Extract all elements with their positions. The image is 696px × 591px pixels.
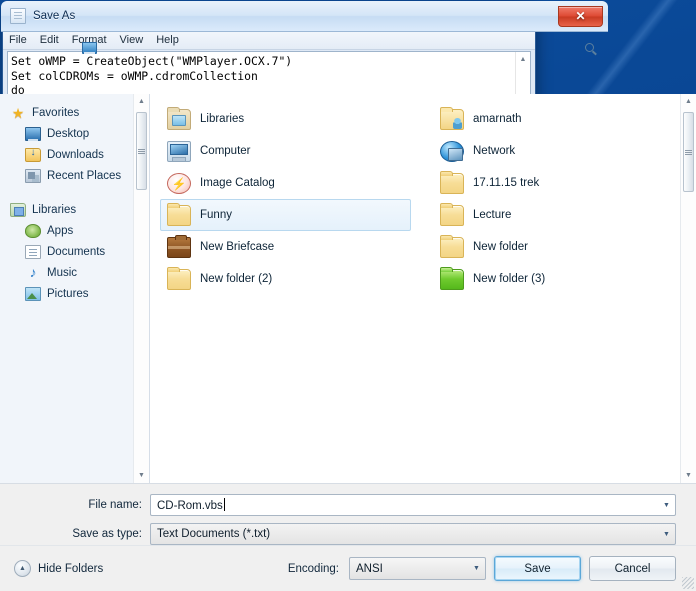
sidebar-label: Desktop bbox=[47, 127, 90, 140]
briefcase-icon bbox=[167, 234, 191, 258]
file-list[interactable]: Libraries Computer Image Catalog Funny bbox=[150, 94, 696, 483]
desktop-icon bbox=[82, 41, 97, 54]
folder-icon bbox=[167, 202, 191, 226]
notepad-icon bbox=[10, 8, 26, 24]
scroll-up-icon[interactable]: ▲ bbox=[516, 52, 530, 66]
list-item[interactable]: New folder bbox=[433, 231, 684, 263]
file-name: Network bbox=[473, 145, 516, 157]
file-column-right: amarnath Network 17.11.15 trek Lecture N… bbox=[423, 103, 696, 483]
sidebar-item-favorites[interactable]: ★ Favorites bbox=[10, 102, 149, 123]
image-catalog-icon bbox=[167, 172, 191, 194]
sidebar-label: Downloads bbox=[47, 148, 104, 161]
network-icon bbox=[440, 140, 464, 162]
libraries-icon bbox=[10, 202, 26, 217]
dialog-main-area: ★ Favorites Desktop Downloads Recent Pla… bbox=[0, 94, 696, 483]
sidebar-label: Apps bbox=[47, 224, 74, 237]
file-column-left: Libraries Computer Image Catalog Funny bbox=[150, 103, 423, 483]
sidebar-item-documents[interactable]: Documents bbox=[10, 241, 149, 262]
sidebar-item-apps[interactable]: Apps bbox=[10, 220, 149, 241]
documents-icon bbox=[25, 244, 41, 259]
desktop-icon bbox=[25, 126, 41, 141]
music-icon bbox=[25, 264, 41, 280]
list-item[interactable]: New Briefcase bbox=[160, 231, 411, 263]
sidebar-item-libraries[interactable]: Libraries bbox=[10, 199, 149, 220]
sidebar-item-desktop[interactable]: Desktop bbox=[10, 123, 149, 144]
list-item[interactable]: Computer bbox=[160, 135, 411, 167]
file-name: Lecture bbox=[473, 209, 512, 221]
dialog-title: Save As bbox=[33, 10, 76, 22]
navpane-scrollbar[interactable]: ▲ ▼ bbox=[133, 94, 149, 483]
list-item[interactable]: 17.11.15 trek bbox=[433, 167, 684, 199]
list-item[interactable]: New folder (2) bbox=[160, 263, 411, 295]
file-name: New folder (2) bbox=[200, 273, 273, 285]
folder-icon bbox=[440, 234, 464, 258]
folder-icon-green bbox=[440, 266, 464, 290]
navigation-pane[interactable]: ★ Favorites Desktop Downloads Recent Pla… bbox=[0, 94, 150, 483]
computer-icon bbox=[167, 140, 191, 162]
star-icon: ★ bbox=[11, 104, 25, 121]
scrollbar-thumb[interactable] bbox=[136, 112, 147, 190]
file-name: New folder (3) bbox=[473, 273, 546, 285]
file-name: amarnath bbox=[473, 113, 522, 125]
apps-icon bbox=[25, 223, 41, 238]
menu-item-edit[interactable]: Edit bbox=[40, 34, 59, 46]
sidebar-label: Documents bbox=[47, 245, 106, 258]
menu-item-help[interactable]: Help bbox=[156, 34, 179, 46]
sidebar-item-downloads[interactable]: Downloads bbox=[10, 144, 149, 165]
sidebar-item-pictures[interactable]: Pictures bbox=[10, 283, 149, 304]
user-folder-icon bbox=[440, 106, 464, 130]
dialog-titlebar[interactable]: Save As ✕ bbox=[1, 1, 608, 32]
menu-item-file[interactable]: File bbox=[9, 34, 27, 46]
sidebar-item-music[interactable]: Music bbox=[10, 262, 149, 283]
sidebar-label: Recent Places bbox=[47, 169, 122, 182]
sidebar-label: Favorites bbox=[32, 106, 80, 119]
file-name: 17.11.15 trek bbox=[473, 177, 540, 189]
list-item[interactable]: Image Catalog bbox=[160, 167, 411, 199]
file-list-columns: Libraries Computer Image Catalog Funny bbox=[150, 94, 696, 483]
downloads-icon bbox=[25, 147, 41, 162]
sidebar-label: Music bbox=[47, 266, 78, 279]
list-item[interactable]: amarnath bbox=[433, 103, 684, 135]
list-item[interactable]: New folder (3) bbox=[433, 263, 684, 295]
recent-places-icon bbox=[25, 168, 41, 183]
folder-icon bbox=[167, 266, 191, 290]
search-icon bbox=[585, 43, 594, 52]
file-name: New Briefcase bbox=[200, 241, 275, 253]
menu-item-view[interactable]: View bbox=[120, 34, 144, 46]
folder-icon bbox=[440, 202, 464, 226]
file-name: New folder bbox=[473, 241, 528, 253]
list-item[interactable]: Lecture bbox=[433, 199, 684, 231]
file-name: Computer bbox=[200, 145, 251, 157]
navigation-list: ★ Favorites Desktop Downloads Recent Pla… bbox=[0, 94, 149, 304]
list-item[interactable]: Network bbox=[433, 135, 684, 167]
pictures-icon bbox=[25, 286, 41, 301]
scroll-up-icon[interactable]: ▲ bbox=[134, 94, 149, 109]
list-item[interactable]: Libraries bbox=[160, 103, 411, 135]
dialog-close-button[interactable]: ✕ bbox=[558, 5, 603, 27]
file-name: Funny bbox=[200, 209, 232, 221]
file-name: Libraries bbox=[200, 113, 245, 125]
libraries-icon bbox=[167, 106, 191, 130]
file-name: Image Catalog bbox=[200, 177, 275, 189]
sidebar-label: Libraries bbox=[32, 203, 77, 216]
list-item-selected[interactable]: Funny bbox=[160, 199, 411, 231]
folder-icon bbox=[440, 170, 464, 194]
sidebar-item-recent-places[interactable]: Recent Places bbox=[10, 165, 149, 186]
sidebar-label: Pictures bbox=[47, 287, 89, 300]
